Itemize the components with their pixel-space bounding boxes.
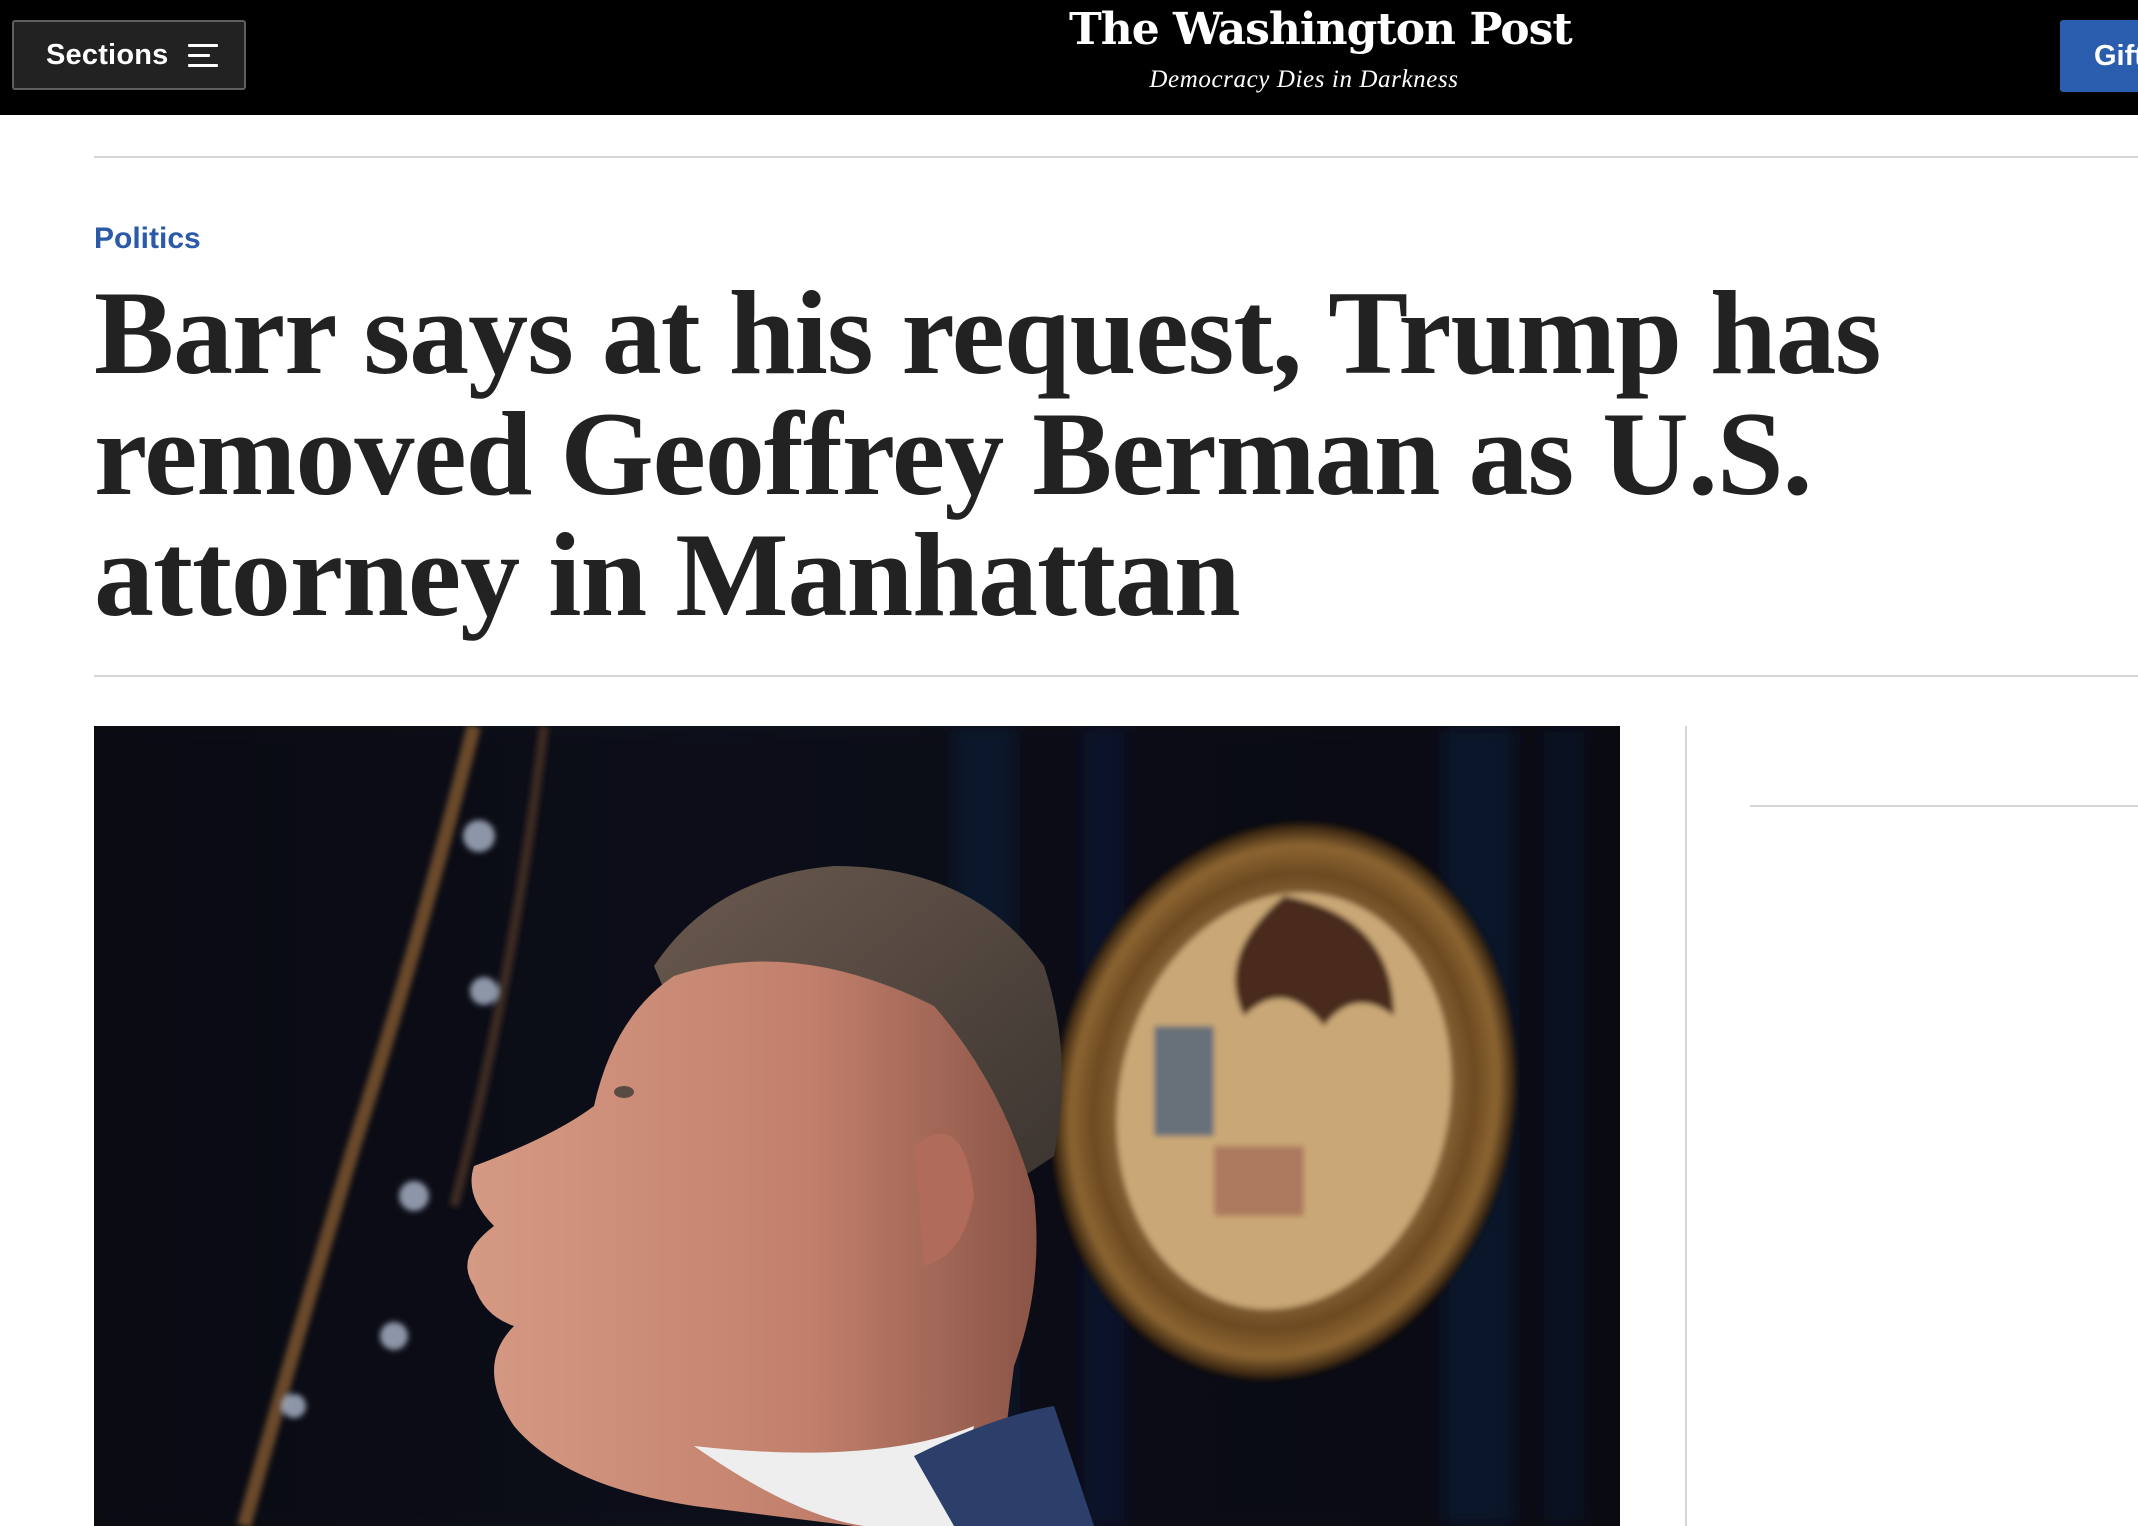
right-rail-rule — [1750, 805, 2138, 807]
sections-label: Sections — [46, 38, 169, 71]
menu-icon — [188, 43, 219, 67]
sections-button[interactable]: Sections — [12, 20, 246, 90]
right-rail-divider — [1685, 726, 1687, 1526]
top-navigation-bar: Sections The Washington Post Democracy D… — [0, 0, 2138, 115]
divider-headline — [94, 675, 2138, 677]
masthead[interactable]: The Washington Post Democracy Dies in Da… — [1069, 0, 1573, 115]
tagline: Democracy Dies in Darkness — [1149, 66, 1459, 93]
divider-top — [94, 156, 2138, 158]
washington-post-logo: The Washington Post — [1069, 4, 1573, 55]
article-headline: Barr says at his request, Trump has remo… — [94, 266, 1881, 641]
section-kicker-link[interactable]: Politics — [94, 222, 201, 256]
gift-article-button[interactable]: Gift — [2060, 20, 2138, 92]
lead-photo — [94, 726, 1620, 1526]
